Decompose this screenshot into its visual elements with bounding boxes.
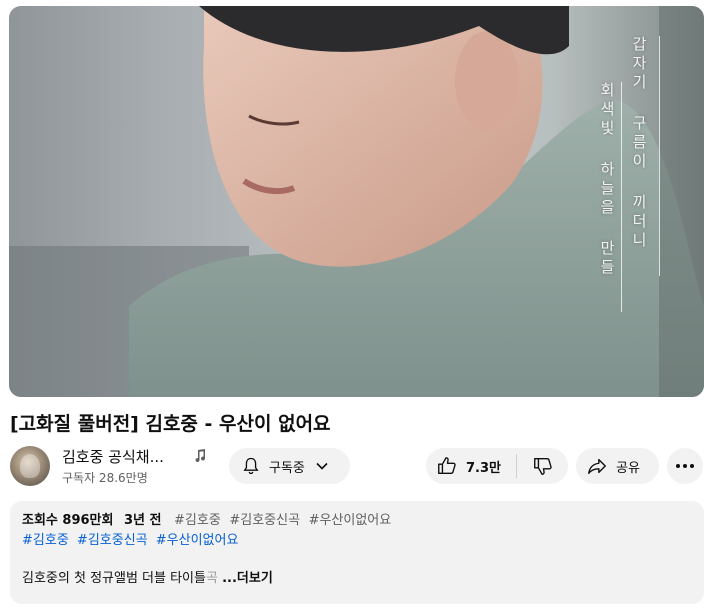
description-box[interactable]: 조회수 896만회 3년 전 #김호중 #김호중신곡 #우산이없어요 #김호중 … (10, 501, 704, 604)
video-title: [고화질 풀버전] 김호중 - 우산이 없어요 (10, 413, 331, 435)
subscribed-label: 구독중 (269, 460, 305, 476)
meta-hashtag: #김호중신곡 (229, 513, 301, 528)
lyric-divider (659, 36, 660, 276)
meta-hashtag: #우산이없어요 (308, 513, 392, 528)
description-fade: 곡 (205, 571, 218, 586)
lyric-divider (621, 82, 622, 312)
music-note-icon (195, 449, 206, 463)
description-meta: 조회수 896만회 3년 전 #김호중 #김호중신곡 #우산이없어요 (22, 511, 692, 531)
chevron-down-icon (316, 462, 328, 470)
hashtag-link[interactable]: #김호중신곡 (77, 533, 148, 548)
subscribed-button[interactable]: 구독중 (229, 448, 350, 484)
video-player[interactable]: 갑자기 구름이 끼더니 회색빛 하늘을 만들 (9, 6, 704, 397)
subscriber-count: 구독자 28.6만명 (62, 471, 148, 485)
channel-name[interactable]: 김호중 공식채... (62, 446, 164, 467)
show-more-link[interactable]: ...더보기 (222, 571, 273, 586)
share-button[interactable]: 공유 (576, 448, 659, 484)
more-horizontal-icon (676, 464, 694, 468)
dislike-button[interactable] (517, 448, 568, 484)
view-count: 조회수 896만회 (22, 513, 114, 528)
hashtag-link[interactable]: #우산이없어요 (156, 533, 239, 548)
more-actions-button[interactable] (667, 448, 703, 484)
upload-age: 3년 전 (124, 513, 162, 528)
thumbs-up-icon (438, 457, 456, 475)
share-icon (588, 458, 606, 475)
lyric-line-2: 회색빛 하늘을 만들 (598, 82, 616, 278)
channel-avatar[interactable] (10, 446, 50, 486)
like-count: 7.3만 (466, 460, 501, 476)
description-body: 김호중의 첫 정규앨범 더블 타이틀 (22, 571, 206, 586)
meta-hashtag: #김호중 (174, 513, 221, 528)
bell-icon (243, 457, 259, 475)
thumbs-down-icon (533, 457, 552, 475)
hashtag-list: #김호중 #김호중신곡 #우산이없어요 (22, 531, 692, 551)
like-button[interactable]: 7.3만 (426, 448, 516, 484)
like-dislike-group: 7.3만 (426, 448, 568, 484)
description-text: 김호중의 첫 정규앨범 더블 타이틀곡 ...더보기 (22, 569, 692, 589)
share-label: 공유 (616, 460, 640, 476)
lyric-line-1: 갑자기 구름이 끼더니 (630, 36, 648, 251)
hashtag-link[interactable]: #김호중 (22, 533, 69, 548)
